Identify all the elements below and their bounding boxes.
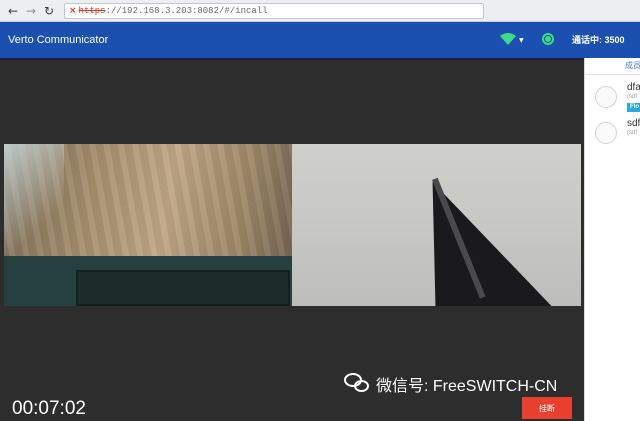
remote-video [4, 144, 292, 306]
video-area[interactable]: 00:07:02 挂断 [0, 58, 584, 421]
member-item[interactable]: sdf (sdf [585, 118, 640, 152]
wechat-icon [344, 373, 370, 395]
wifi-icon[interactable] [500, 32, 520, 46]
back-icon[interactable]: ← [6, 4, 20, 18]
local-video [292, 144, 581, 306]
watermark-text: 微信号: FreeSWITCH-CN [376, 378, 558, 395]
member-badge[interactable]: Flo [627, 103, 640, 112]
connection-status-icon[interactable] [542, 33, 554, 45]
call-status: 通话中: 3500 [572, 35, 625, 45]
member-name: dfa [627, 82, 640, 93]
browser-toolbar: ← → ↻ × https ://192.168.3.203:8082/#/in… [0, 0, 640, 22]
chevron-down-icon[interactable]: ▼ [519, 37, 524, 44]
call-timer: 00:07:02 [12, 398, 86, 419]
forward-icon[interactable]: → [24, 4, 38, 18]
member-name: sdf [627, 118, 640, 129]
app-title: Verto Communicator [8, 34, 109, 46]
url-path: ://192.168.3.203:8082/#/incall [105, 5, 268, 16]
page: ← → ↻ × https ://192.168.3.203:8082/#/in… [0, 0, 640, 421]
tab-divider [585, 74, 640, 75]
insecure-lock-icon: × [69, 5, 77, 16]
hangup-button[interactable]: 挂断 [522, 397, 572, 419]
member-email: (sdf [627, 94, 638, 100]
avatar [595, 86, 617, 108]
reload-icon[interactable]: ↻ [42, 4, 56, 18]
tab-members[interactable]: 成员 [625, 60, 640, 71]
member-email: (sdf [627, 130, 638, 136]
video-stream[interactable] [4, 144, 581, 306]
member-item[interactable]: dfa (sdf Flo [585, 82, 640, 116]
url-scheme: https [78, 5, 106, 16]
members-panel: 成员 dfa (sdf Flo sdf (sdf [584, 58, 640, 421]
avatar [595, 122, 617, 144]
address-bar[interactable]: × https ://192.168.3.203:8082/#/incall [64, 2, 484, 19]
watermark: 微信号: FreeSWITCH-CN [344, 372, 557, 396]
